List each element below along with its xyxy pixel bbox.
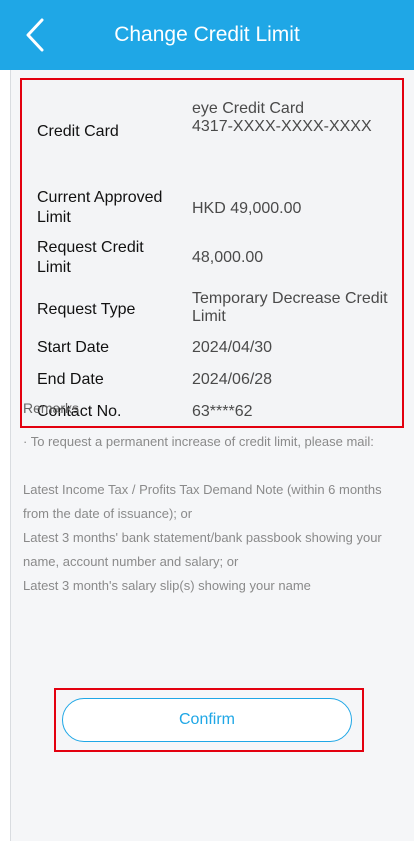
- request-type-value: Temporary Decrease Credit Limit: [192, 290, 388, 325]
- approved-limit-label: Current Approved Limit: [37, 189, 163, 226]
- approved-limit-value: HKD 49,000.00: [192, 200, 302, 217]
- app-header: Change Credit Limit: [0, 0, 414, 70]
- credit-limit-details: Credit Card eye Credit Card 4317-XXXX-XX…: [20, 78, 404, 428]
- remarks-line-tax-note: Latest Income Tax / Profits Tax Demand N…: [23, 482, 382, 521]
- confirm-button[interactable]: Confirm: [62, 698, 352, 742]
- remarks-line-permanent-increase: · To request a permanent increase of cre…: [23, 434, 374, 449]
- start-date-value: 2024/04/30: [192, 339, 273, 356]
- credit-card-label: Credit Card: [37, 123, 119, 140]
- remarks-section: Remarks · To request a permanent increas…: [23, 400, 393, 598]
- request-type-label: Request Type: [37, 301, 136, 318]
- request-limit-row: Request Credit Limit 48,000.00: [37, 238, 397, 282]
- credit-card-name: eye Credit Card: [192, 100, 305, 117]
- remarks-line-salary-slip: Latest 3 month's salary slip(s) showing …: [23, 578, 311, 593]
- approved-limit-row: Current Approved Limit HKD 49,000.00: [37, 188, 397, 232]
- request-limit-value: 48,000.00: [192, 249, 264, 266]
- request-type-row: Request Type Temporary Decrease Credit L…: [37, 290, 397, 330]
- end-date-label: End Date: [37, 371, 104, 388]
- remarks-title: Remarks: [23, 400, 80, 416]
- end-date-value: 2024/06/28: [192, 371, 273, 388]
- credit-card-row: Credit Card eye Credit Card 4317-XXXX-XX…: [37, 100, 397, 160]
- request-limit-label: Request Credit Limit: [37, 239, 144, 276]
- start-date-label: Start Date: [37, 339, 110, 356]
- page-title: Change Credit Limit: [114, 23, 300, 46]
- remarks-line-bank-statement: Latest 3 months' bank statement/bank pas…: [23, 530, 382, 569]
- credit-card-number: 4317-XXXX-XXXX-XXXX: [192, 118, 372, 135]
- end-date-row: End Date 2024/06/28: [37, 370, 397, 392]
- start-date-row: Start Date 2024/04/30: [37, 338, 397, 360]
